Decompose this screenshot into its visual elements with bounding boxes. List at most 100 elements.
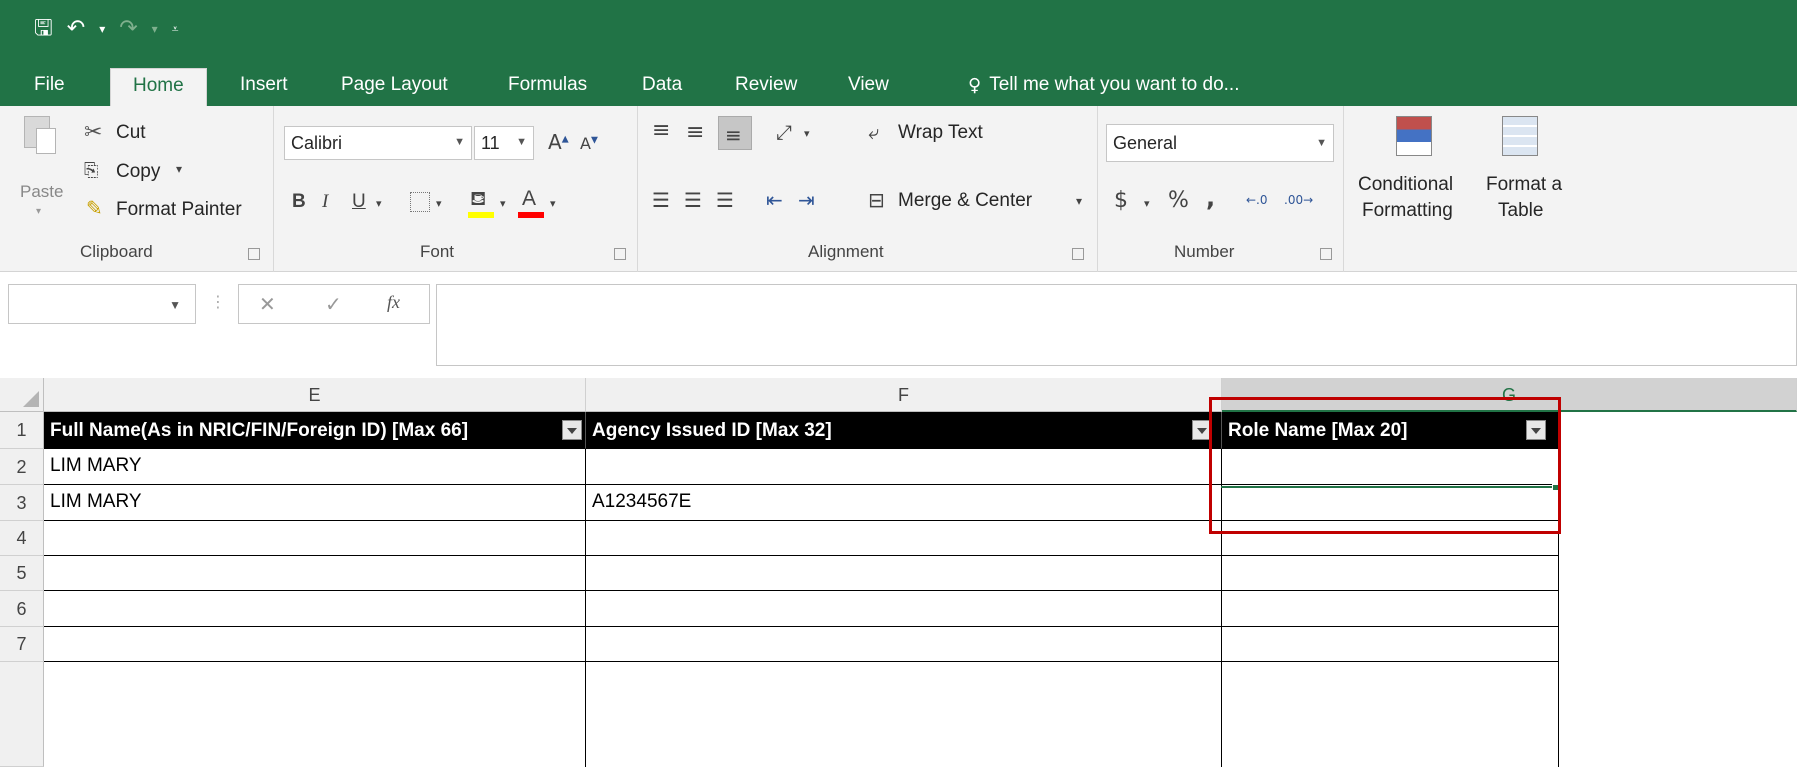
decrease-indent-icon[interactable]: ⇤ bbox=[766, 190, 783, 210]
align-right-icon[interactable]: ☰ bbox=[716, 190, 734, 210]
number-format-select[interactable]: General ▼ bbox=[1106, 124, 1334, 162]
underline-dropdown-icon[interactable]: ▾ bbox=[376, 198, 382, 209]
table-cell[interactable] bbox=[586, 521, 1222, 556]
paint-bucket-icon: ⛾ bbox=[470, 186, 487, 210]
undo-icon[interactable]: ↶ bbox=[67, 18, 85, 40]
redo-icon[interactable]: ↷ bbox=[119, 18, 137, 40]
shrink-font-icon[interactable]: A▼ bbox=[580, 136, 598, 152]
tab-formulas[interactable]: Formulas bbox=[508, 74, 587, 96]
format-as-table-button[interactable]: Format a Table bbox=[1486, 114, 1797, 230]
tab-file[interactable]: File bbox=[34, 74, 65, 96]
conditional-formatting-line1: Conditional bbox=[1358, 174, 1454, 195]
middle-align-icon[interactable]: ≡ bbox=[686, 122, 704, 144]
paste-doc-icon bbox=[36, 128, 56, 154]
conditional-formatting-button[interactable]: Conditional Formatting bbox=[1352, 114, 1482, 230]
clipboard-group: Paste ▾ ✂ Cut ⎘ Copy ▾ ✎ Format Painter … bbox=[0, 106, 274, 272]
select-all-corner[interactable] bbox=[0, 378, 44, 412]
column-header-f[interactable]: F bbox=[586, 378, 1222, 412]
table-cell[interactable] bbox=[586, 556, 1222, 591]
table-header-cell[interactable]: Agency Issued ID [Max 32] bbox=[586, 412, 1222, 449]
paste-button[interactable]: Paste ▾ bbox=[14, 110, 72, 230]
table-cell[interactable] bbox=[44, 591, 586, 627]
table-cell[interactable] bbox=[586, 591, 1222, 627]
quick-access-toolbar: 🖫 ↶ ▾ ↷ ▾ ⩡ bbox=[34, 18, 178, 40]
currency-button[interactable]: $ bbox=[1114, 190, 1128, 212]
customize-qat-icon[interactable]: ⩡ bbox=[172, 23, 179, 35]
save-icon[interactable]: 🖫 bbox=[34, 18, 53, 40]
tab-page-layout[interactable]: Page Layout bbox=[341, 74, 448, 96]
comma-button[interactable]: , bbox=[1206, 186, 1215, 210]
table-cell[interactable] bbox=[586, 449, 1222, 485]
undo-dropdown-icon[interactable]: ▾ bbox=[99, 23, 105, 35]
table-cell[interactable] bbox=[44, 556, 586, 591]
column-divider bbox=[1221, 662, 1222, 767]
wrap-text-button[interactable]: ⤶ Wrap Text bbox=[868, 120, 1018, 150]
bottom-align-button[interactable]: ≡ bbox=[718, 116, 752, 150]
tab-insert[interactable]: Insert bbox=[240, 74, 288, 96]
alignment-group: ≡ ≡ ≡ ⤢ ▾ ⤶ Wrap Text ☰ ☰ ☰ ⇤ ⇥ ⊟ Merge … bbox=[638, 106, 1098, 272]
font-color-button[interactable]: A ▾ bbox=[516, 186, 562, 220]
merge-center-button[interactable]: ⊟ Merge & Center ▾ bbox=[868, 186, 1090, 218]
increase-decimal-icon[interactable]: ←.0 bbox=[1246, 194, 1268, 206]
tab-data[interactable]: Data bbox=[642, 74, 682, 96]
row-header-6[interactable]: 6 bbox=[0, 591, 44, 627]
currency-dropdown-icon[interactable]: ▾ bbox=[1144, 198, 1150, 209]
cancel-icon[interactable]: ✕ bbox=[259, 294, 276, 314]
column-divider bbox=[585, 662, 586, 767]
table-header-cell[interactable]: Full Name(As in NRIC/FIN/Foreign ID) [Ma… bbox=[44, 412, 586, 449]
orientation-dropdown-icon[interactable]: ▾ bbox=[804, 128, 810, 139]
conditional-formatting-icon bbox=[1396, 116, 1432, 156]
table-cell[interactable] bbox=[44, 521, 586, 556]
row-header-2[interactable]: 2 bbox=[0, 449, 44, 485]
tab-view[interactable]: View bbox=[848, 74, 889, 96]
font-family-select[interactable]: Calibri ▼ bbox=[284, 126, 472, 160]
table-cell[interactable]: LIM MARY bbox=[44, 449, 586, 485]
copy-button[interactable]: ⎘ Copy ▾ bbox=[84, 158, 214, 188]
cut-button[interactable]: ✂ Cut bbox=[84, 120, 204, 150]
table-cell[interactable] bbox=[1222, 591, 1559, 627]
font-launcher-icon[interactable] bbox=[614, 248, 626, 260]
underline-button[interactable]: U bbox=[352, 192, 366, 211]
table-cell[interactable] bbox=[44, 627, 586, 662]
font-size-select[interactable]: 11 ▼ bbox=[474, 126, 534, 160]
clipboard-launcher-icon[interactable] bbox=[248, 248, 260, 260]
decrease-decimal-icon[interactable]: .00→ bbox=[1284, 194, 1313, 206]
percent-button[interactable]: % bbox=[1168, 190, 1189, 212]
name-box[interactable]: ▼ bbox=[8, 284, 196, 324]
table-header-label: Full Name(As in NRIC/FIN/Foreign ID) [Ma… bbox=[50, 420, 469, 441]
table-cell[interactable] bbox=[1222, 556, 1559, 591]
row-header-4[interactable]: 4 bbox=[0, 521, 44, 556]
filter-dropdown-icon[interactable] bbox=[562, 420, 582, 440]
top-align-icon[interactable]: ≡ bbox=[652, 120, 670, 142]
borders-dropdown-icon[interactable]: ▾ bbox=[436, 198, 442, 209]
formula-input[interactable] bbox=[436, 284, 1797, 366]
tab-home[interactable]: Home bbox=[110, 68, 207, 106]
enter-icon[interactable]: ✓ bbox=[325, 294, 342, 314]
row-header-5[interactable]: 5 bbox=[0, 556, 44, 591]
insert-function-icon[interactable]: fx bbox=[387, 293, 400, 311]
format-painter-button[interactable]: ✎ Format Painter bbox=[84, 196, 264, 226]
align-left-icon[interactable]: ☰ bbox=[652, 190, 670, 210]
increase-indent-icon[interactable]: ⇥ bbox=[798, 190, 815, 210]
grow-font-icon[interactable]: A▲ bbox=[548, 132, 569, 152]
fill-color-button[interactable]: ⛾ ▾ bbox=[466, 186, 512, 220]
table-cell[interactable] bbox=[586, 627, 1222, 662]
table-cell[interactable] bbox=[1222, 627, 1559, 662]
column-header-e[interactable]: E bbox=[44, 378, 586, 412]
number-launcher-icon[interactable] bbox=[1320, 248, 1332, 260]
orientation-icon[interactable]: ⤢ bbox=[776, 122, 792, 142]
tab-review[interactable]: Review bbox=[735, 74, 797, 96]
table-cell[interactable]: A1234567E bbox=[586, 485, 1222, 521]
font-color-icon: A bbox=[522, 187, 537, 210]
italic-button[interactable]: I bbox=[322, 192, 328, 211]
row-header-1[interactable]: 1 bbox=[0, 412, 44, 449]
row-header-3[interactable]: 3 bbox=[0, 485, 44, 521]
tell-me-search[interactable]: ♀ Tell me what you want to do... bbox=[968, 74, 1239, 96]
row-header-7[interactable]: 7 bbox=[0, 627, 44, 662]
bold-button[interactable]: B bbox=[292, 192, 306, 211]
table-cell[interactable]: LIM MARY bbox=[44, 485, 586, 521]
align-center-icon[interactable]: ☰ bbox=[684, 190, 702, 210]
borders-icon[interactable] bbox=[410, 192, 430, 212]
alignment-launcher-icon[interactable] bbox=[1072, 248, 1084, 260]
redo-dropdown-icon[interactable]: ▾ bbox=[152, 23, 158, 35]
